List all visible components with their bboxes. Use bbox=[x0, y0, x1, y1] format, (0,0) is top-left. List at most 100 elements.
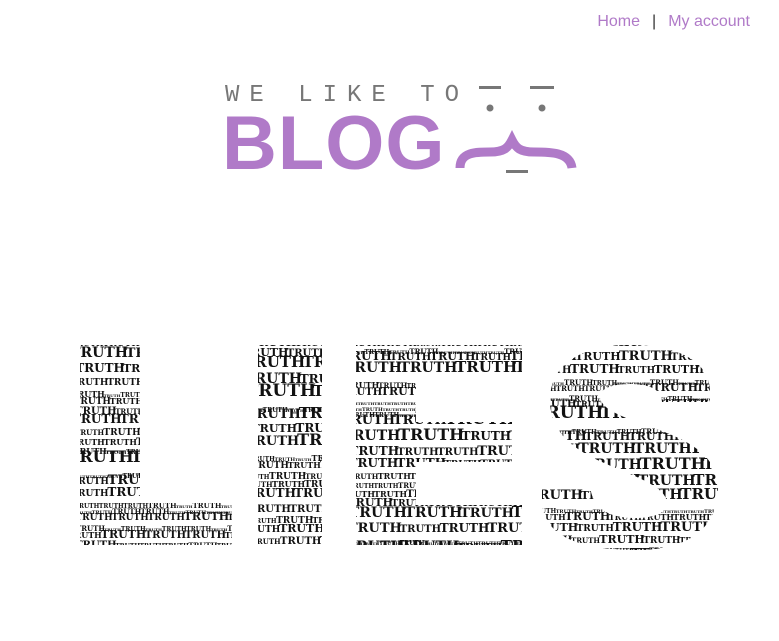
truth-word: TRUTH bbox=[288, 460, 322, 470]
truth-word: TRUTH bbox=[440, 340, 478, 349]
truth-word: TRUTH bbox=[679, 535, 713, 545]
truth-word: TRUTH bbox=[505, 388, 543, 398]
truth-word: TRUTH bbox=[321, 550, 342, 555]
truth-word: TRUTH bbox=[346, 539, 404, 555]
truth-word: TRUTH bbox=[233, 474, 250, 479]
truth-word: TRUTH bbox=[424, 401, 441, 406]
truth-word: TRUTH bbox=[344, 340, 382, 349]
truth-word: TRUTH bbox=[131, 447, 197, 466]
truth-word: TRUTH bbox=[185, 530, 226, 541]
truth-word: TRUTH bbox=[290, 504, 331, 515]
truth-word: TRUTH bbox=[712, 536, 726, 546]
truth-word: TRUTH bbox=[436, 407, 457, 413]
letter-e: TRUTHTRUTHTRUTH TRUTHTRUTHTRUTHTRUTH TRUTH… bbox=[341, 340, 558, 555]
truth-word: TRUTH bbox=[210, 396, 244, 406]
truth-word: TRUTH bbox=[243, 353, 305, 371]
truth-word: TRUTH bbox=[250, 504, 291, 515]
truth-word: TRUTH bbox=[520, 460, 558, 470]
truth-word: TRUTH bbox=[630, 545, 692, 555]
truth-word: TRUTH bbox=[460, 506, 514, 521]
truth-word: TRUTH bbox=[535, 430, 552, 435]
truth-word: TRUTH bbox=[144, 406, 185, 417]
truth-word: TRUTH bbox=[188, 471, 217, 480]
truth-word: TRUTH bbox=[455, 358, 517, 376]
truth-word: TRUTH bbox=[477, 413, 498, 419]
truth-word: TRUTH bbox=[653, 381, 699, 394]
truth-word: TRUTH bbox=[527, 442, 581, 457]
truth-word: TRUTH bbox=[504, 384, 521, 389]
truth-word: TRUTH bbox=[691, 397, 725, 410]
truth-word: TRUTH bbox=[503, 480, 537, 490]
truth-word: TRUTH bbox=[698, 430, 715, 435]
truth-word: TRUTH bbox=[344, 360, 402, 376]
truth-word: TRUTH bbox=[80, 489, 109, 499]
truth-word: TRUTH bbox=[218, 393, 235, 398]
truth-word: TRUTH bbox=[469, 398, 498, 407]
truth-word: TRUTH bbox=[280, 536, 321, 547]
truth-word: TRUTH bbox=[110, 396, 144, 406]
truth-word: TRUTH bbox=[670, 340, 725, 350]
truth-word: TRUTH bbox=[671, 352, 712, 363]
truth-word: TRUTH bbox=[600, 403, 666, 422]
truth-word: TRUTH bbox=[341, 413, 395, 428]
truth-word: TRUTH bbox=[712, 520, 725, 535]
truth-word: TRUTH bbox=[694, 548, 719, 555]
truth-word: TRUTH bbox=[625, 487, 683, 503]
truth-word: TRUTH bbox=[107, 378, 145, 388]
site-logo[interactable]: WE LIKE TO BLOG bbox=[222, 80, 582, 186]
truth-word: TRUTH bbox=[349, 472, 378, 481]
truth-word: TRUTH bbox=[426, 483, 451, 490]
truth-word: TRUTH bbox=[136, 437, 177, 448]
home-link[interactable]: Home bbox=[597, 13, 640, 31]
truth-word: TRUTH bbox=[613, 520, 663, 534]
truth-word: TRUTH bbox=[631, 397, 648, 402]
truth-word: TRUTH bbox=[252, 518, 277, 525]
truth-word: TRUTH bbox=[221, 504, 238, 509]
truth-word: TRUTH bbox=[296, 549, 321, 555]
truth-word: TRUTH bbox=[559, 548, 584, 555]
truth-word: TRUTH bbox=[396, 456, 446, 470]
truth-word: TRUTH bbox=[442, 471, 476, 481]
truth-word: TRUTH bbox=[171, 474, 188, 479]
my-account-link[interactable]: My account bbox=[668, 13, 750, 31]
truth-word: TRUTH bbox=[484, 384, 505, 390]
letter-l: TRUTHTRUTHTRUTHTRUTHTRUTHTRUTHTRUTHTRUTH… bbox=[80, 340, 260, 555]
truth-word: TRUTH bbox=[147, 473, 172, 480]
truth-word: TRUTH bbox=[474, 471, 515, 482]
truth-word: TRUTH bbox=[184, 510, 230, 523]
truth-word: TRUTH bbox=[198, 393, 219, 399]
truth-word: TRUTH bbox=[303, 353, 365, 371]
truth-word: TRUTH bbox=[184, 406, 218, 416]
truth-word: TRUTH bbox=[514, 474, 539, 481]
truth-word: TRUTH bbox=[522, 410, 551, 419]
truth-word: TRUTH bbox=[527, 547, 585, 555]
truth-word: TRUTH bbox=[123, 362, 169, 375]
truth-word: TRUTH bbox=[219, 364, 260, 375]
logo-title: BLOG bbox=[222, 101, 446, 186]
truth-word: TRUTH bbox=[460, 413, 477, 418]
truth-word: TRUTH bbox=[170, 396, 211, 407]
truth-word: TRUTH bbox=[528, 384, 557, 393]
truth-word: TRUTH bbox=[677, 549, 694, 554]
truth-word: TRUTH bbox=[431, 383, 456, 390]
truth-word: TRUTH bbox=[696, 383, 725, 394]
truth-word: TRUTH bbox=[619, 349, 673, 364]
truth-word: TRUTH bbox=[217, 543, 242, 550]
truth-word: TRUTH bbox=[698, 365, 725, 376]
truth-word: TRUTH bbox=[613, 383, 654, 394]
truth-word: TRUTH bbox=[477, 444, 531, 459]
truth-word: TRUTH bbox=[80, 477, 109, 487]
truth-word: TRUTH bbox=[140, 543, 165, 550]
truth-word: TRUTH bbox=[207, 547, 253, 555]
truth-word: TRUTH bbox=[120, 412, 170, 426]
truth-word: TRUTH bbox=[341, 387, 382, 398]
truth-word: TRUTH bbox=[690, 547, 725, 555]
truth-word: TRUTH bbox=[446, 490, 484, 500]
truth-word: TRUTH bbox=[410, 471, 444, 481]
truth-word: TRUTH bbox=[522, 401, 543, 407]
truth-word: TRUTH bbox=[216, 407, 245, 416]
truth-word: TRUTH bbox=[179, 340, 220, 349]
truth-word: TRUTH bbox=[398, 425, 464, 444]
truth-word: TRUTH bbox=[571, 536, 600, 545]
truth-word: TRUTH bbox=[246, 381, 316, 401]
